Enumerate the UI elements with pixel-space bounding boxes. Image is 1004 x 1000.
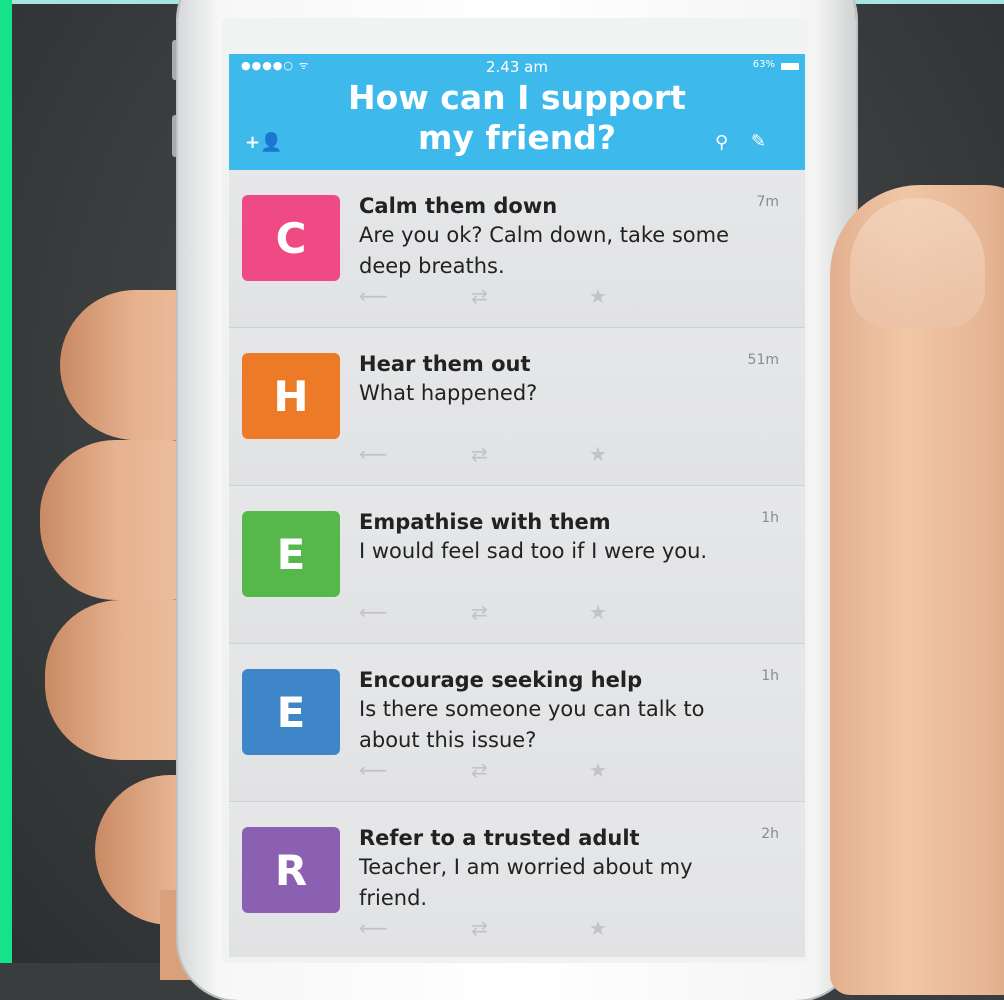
retweet-icon[interactable]: ⇄ (471, 284, 488, 308)
letter-badge: E (242, 511, 340, 597)
list-item[interactable]: E Empathise with them I would feel sad t… (229, 486, 805, 644)
favorite-icon[interactable]: ★ (589, 758, 607, 782)
item-actions: ⟵ ⇄ ★ (359, 758, 619, 782)
search-icon[interactable]: ⚲ (715, 132, 728, 153)
title-line-1: How can I support (348, 78, 686, 117)
status-bar: ●●●●○ ᯤ 2.43 am 63% (229, 58, 805, 76)
item-title: Empathise with them (359, 510, 611, 534)
phone-screen: ●●●●○ ᯤ 2.43 am 63% How can I support my… (229, 54, 805, 957)
item-timestamp: 7m (756, 194, 779, 210)
retweet-icon[interactable]: ⇄ (471, 600, 488, 624)
compose-icon[interactable]: ✎ (751, 131, 766, 152)
favorite-icon[interactable]: ★ (589, 600, 607, 624)
item-actions: ⟵ ⇄ ★ (359, 600, 619, 624)
favorite-icon[interactable]: ★ (589, 916, 607, 940)
item-title: Hear them out (359, 352, 531, 376)
retweet-icon[interactable]: ⇄ (471, 758, 488, 782)
reply-icon[interactable]: ⟵ (359, 284, 388, 308)
item-actions: ⟵ ⇄ ★ (359, 916, 619, 940)
accent-border (0, 0, 12, 963)
add-user-icon[interactable]: +👤 (245, 132, 283, 153)
feed-list: C Calm them down Are you ok? Calm down, … (229, 170, 805, 957)
list-item[interactable]: C Calm them down Are you ok? Calm down, … (229, 170, 805, 328)
letter-badge: C (242, 195, 340, 281)
reply-icon[interactable]: ⟵ (359, 916, 388, 940)
item-title: Refer to a trusted adult (359, 826, 640, 850)
item-title: Calm them down (359, 194, 558, 218)
letter-badge: E (242, 669, 340, 755)
item-message: I would feel sad too if I were you. (359, 539, 708, 563)
list-item[interactable]: R Refer to a trusted adult Teacher, I am… (229, 802, 805, 957)
favorite-icon[interactable]: ★ (589, 284, 607, 308)
app-header: ●●●●○ ᯤ 2.43 am 63% How can I support my… (229, 54, 805, 170)
item-timestamp: 1h (761, 668, 779, 684)
letter-badge: H (242, 353, 340, 439)
retweet-icon[interactable]: ⇄ (471, 916, 488, 940)
battery-level: 63% (752, 59, 775, 70)
item-title: Encourage seeking help (359, 668, 643, 692)
item-actions: ⟵ ⇄ ★ (359, 442, 619, 466)
item-timestamp: 1h (761, 510, 779, 526)
list-item[interactable]: E Encourage seeking help Is there someon… (229, 644, 805, 802)
item-message: Are you ok? Calm down, take some deep br… (359, 223, 730, 278)
status-time: 2.43 am (486, 58, 548, 76)
reply-icon[interactable]: ⟵ (359, 758, 388, 782)
retweet-icon[interactable]: ⇄ (471, 442, 488, 466)
item-timestamp: 51m (747, 352, 779, 368)
list-item[interactable]: H Hear them out What happened? 51m ⟵ ⇄ ★ (229, 328, 805, 486)
reply-icon[interactable]: ⟵ (359, 442, 388, 466)
item-message: Is there someone you can talk to about t… (359, 697, 705, 752)
reply-icon[interactable]: ⟵ (359, 600, 388, 624)
battery-icon (781, 63, 799, 70)
item-timestamp: 2h (761, 826, 779, 842)
item-actions: ⟵ ⇄ ★ (359, 284, 619, 308)
item-message: Teacher, I am worried about my friend. (359, 855, 693, 910)
thumb-nail (850, 198, 985, 328)
letter-badge: R (242, 827, 340, 913)
item-message: What happened? (359, 381, 538, 405)
favorite-icon[interactable]: ★ (589, 442, 607, 466)
